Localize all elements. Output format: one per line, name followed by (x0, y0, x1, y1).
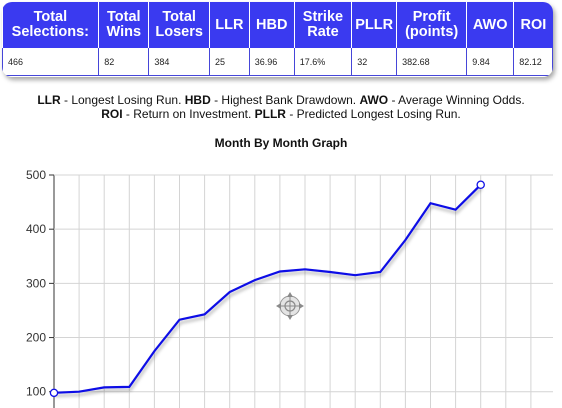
legend-awo-text: - Average Winning Odds. (388, 93, 525, 107)
legend-llr-abbr: LLR (37, 93, 61, 107)
legend-line-2: ROI - Return on Investment. PLLR - Predi… (0, 107, 562, 121)
header-awo: AWO (466, 2, 515, 48)
legend-hbd-abbr: HBD (184, 93, 211, 107)
header-hbd: HBD (249, 2, 295, 48)
legend-pllr-text: - Predicted Longest Losing Run. (285, 107, 461, 121)
abbreviation-legend: LLR - Longest Losing Run. HBD - Highest … (0, 93, 562, 121)
y-tick-label: 100 (26, 385, 46, 399)
value-roi: 82.12 (513, 48, 553, 76)
stats-value-row: 466 82 384 25 36.96 17.6% 32 382.68 9.84… (2, 48, 553, 76)
stats-table: Total Selections: Total Wins Total Loser… (2, 2, 553, 76)
header-total-selections: Total Selections: (2, 2, 100, 48)
value-pllr: 32 (351, 48, 398, 76)
legend-awo-abbr: AWO (359, 93, 389, 107)
y-tick-label: 300 (26, 276, 46, 290)
header-pllr: PLLR (351, 2, 398, 48)
value-profit: 382.68 (396, 48, 468, 76)
series-line (53, 184, 482, 394)
legend-hbd-text: - Highest Bank Drawdown. (210, 93, 360, 107)
header-roi: ROI (513, 2, 553, 48)
header-llr: LLR (209, 2, 250, 48)
y-tick-label: 200 (26, 331, 46, 345)
value-total-losers: 384 (148, 48, 211, 76)
series-points (49, 180, 485, 398)
value-strike-rate: 17.6% (294, 48, 353, 76)
chart-grid (53, 174, 553, 408)
header-total-losers: Total Losers (148, 2, 211, 48)
value-total-wins: 82 (98, 48, 150, 76)
header-strike-rate: Strike Rate (294, 2, 353, 48)
value-awo: 9.84 (466, 48, 515, 76)
legend-pllr-abbr: PLLR (254, 107, 286, 121)
legend-roi-abbr: ROI (101, 107, 123, 121)
value-hbd: 36.96 (249, 48, 295, 76)
legend-line-1: LLR - Longest Losing Run. HBD - Highest … (0, 93, 562, 107)
legend-roi-text: - Return on Investment. (122, 107, 255, 121)
month-by-month-chart: 500 400 300 200 100 (26, 168, 553, 408)
value-llr: 25 (209, 48, 250, 76)
stats-table-container: Total Selections: Total Wins Total Loser… (2, 2, 553, 77)
header-total-wins: Total Wins (98, 2, 150, 48)
value-total-selections: 466 (2, 48, 100, 76)
y-tick-label: 400 (26, 222, 46, 236)
y-axis-ticks: 500 400 300 200 100 (26, 168, 54, 399)
y-tick-label: 500 (26, 168, 46, 182)
series-start-point (49, 388, 59, 398)
legend-llr-text: - Longest Losing Run. (60, 93, 185, 107)
header-profit: Profit (points) (396, 2, 468, 48)
series-end-point (476, 180, 485, 190)
stats-header-row: Total Selections: Total Wins Total Loser… (2, 2, 553, 48)
chart-title: Month By Month Graph (214, 136, 348, 150)
